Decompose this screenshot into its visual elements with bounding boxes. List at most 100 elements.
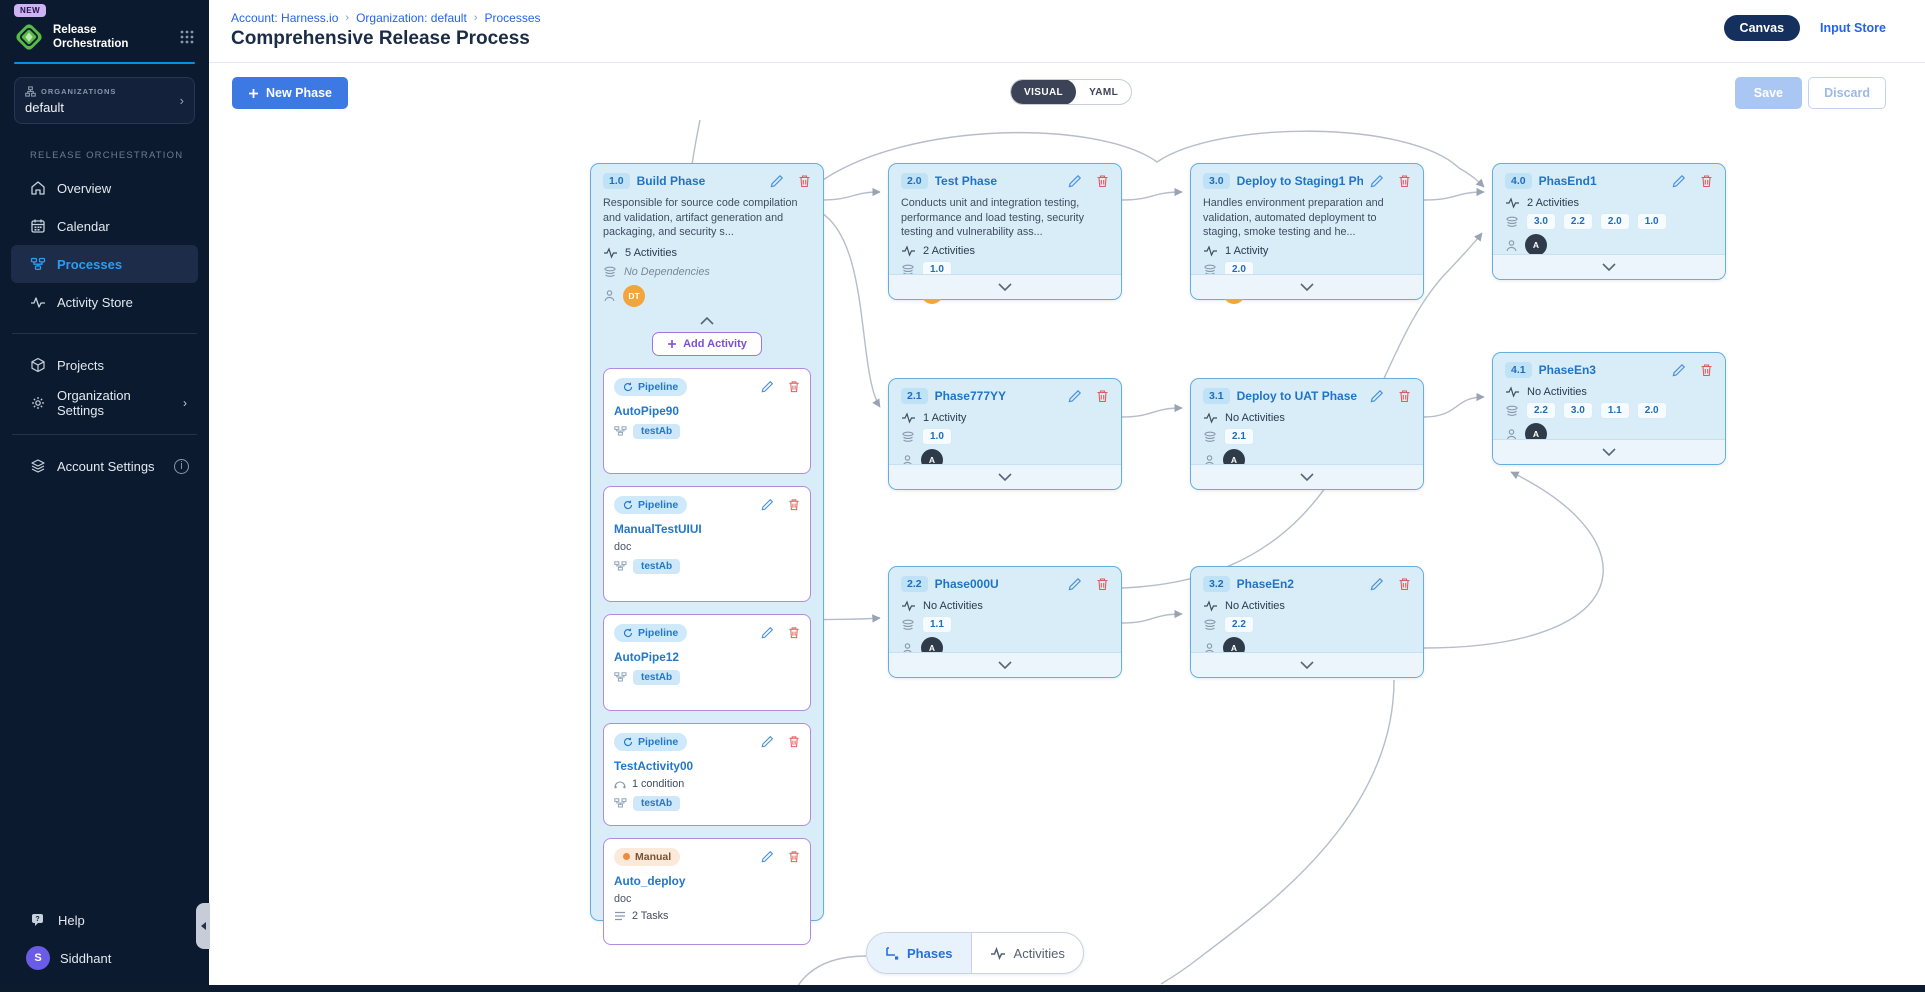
phase-name[interactable]: Deploy to UAT Phase <box>1237 389 1363 403</box>
expand-phase-toggle[interactable] <box>1493 439 1725 464</box>
visual-tab[interactable]: VISUAL <box>1011 79 1076 105</box>
discard-button[interactable]: Discard <box>1808 77 1886 109</box>
delete-icon[interactable] <box>1398 174 1411 188</box>
phase-card-1-0[interactable]: 1.0 Build Phase Responsible for source c… <box>590 163 824 921</box>
phase-name[interactable]: Deploy to Staging1 Phase <box>1237 174 1363 188</box>
phase-name[interactable]: PhaseEn2 <box>1237 577 1363 591</box>
phase-card-2-0[interactable]: 2.0 Test Phase Conducts unit and integra… <box>888 163 1122 300</box>
dependencies-icon <box>1505 216 1519 227</box>
tab-activities[interactable]: Activities <box>972 933 1083 973</box>
manual-icon <box>623 853 630 860</box>
edit-icon[interactable] <box>761 850 774 863</box>
app-grid-icon[interactable] <box>179 29 195 45</box>
edit-icon[interactable] <box>1068 577 1082 591</box>
activity-card-manualtestuiui[interactable]: Pipeline ManualTestUIUI doc testAb <box>603 486 811 602</box>
phase-name[interactable]: Phase000U <box>935 577 1061 591</box>
edit-icon[interactable] <box>1370 577 1384 591</box>
phase-name[interactable]: Phase777YY <box>935 389 1061 403</box>
sidebar-item-organization-settings[interactable]: Organization Settings › <box>0 384 209 422</box>
activity-card-testactivity00[interactable]: Pipeline TestActivity00 1 condition <box>603 723 811 826</box>
delete-icon[interactable] <box>798 174 811 188</box>
page-title: Comprehensive Release Process <box>231 28 530 50</box>
edit-icon[interactable] <box>761 380 774 393</box>
phase-card-3-1[interactable]: 3.1 Deploy to UAT Phase No Activities 2.… <box>1190 378 1424 490</box>
edit-icon[interactable] <box>1370 174 1384 188</box>
edit-icon[interactable] <box>1370 389 1384 403</box>
new-phase-button[interactable]: New Phase <box>232 77 348 109</box>
edit-icon[interactable] <box>761 626 774 639</box>
expand-phase-toggle[interactable] <box>889 652 1121 677</box>
delete-icon[interactable] <box>788 850 800 863</box>
activity-name[interactable]: AutoPipe90 <box>614 404 800 418</box>
activity-name[interactable]: Auto_deploy <box>614 874 800 888</box>
expand-phase-toggle[interactable] <box>1191 274 1423 299</box>
phase-card-3-0[interactable]: 3.0 Deploy to Staging1 Phase Handles env… <box>1190 163 1424 300</box>
delete-icon[interactable] <box>1700 174 1713 188</box>
edit-icon[interactable] <box>761 498 774 511</box>
activity-name[interactable]: TestActivity00 <box>614 759 800 773</box>
sidebar-item-activity-store[interactable]: Activity Store <box>0 283 209 321</box>
edit-icon[interactable] <box>1672 363 1686 377</box>
breadcrumb-organization-link[interactable]: Organization: default <box>356 11 467 25</box>
delete-icon[interactable] <box>1096 577 1109 591</box>
phase-card-2-2[interactable]: 2.2 Phase000U No Activities 1.1 <box>888 566 1122 678</box>
sidebar-item-projects[interactable]: Projects <box>0 346 209 384</box>
new-badge: NEW <box>14 4 46 17</box>
activity-name[interactable]: AutoPipe12 <box>614 650 800 664</box>
sidebar-item-account-settings[interactable]: Account Settings i <box>0 447 209 485</box>
breadcrumb-processes-link[interactable]: Processes <box>484 11 540 25</box>
delete-icon[interactable] <box>788 626 800 639</box>
delete-icon[interactable] <box>1398 577 1411 591</box>
info-icon[interactable]: i <box>174 459 189 474</box>
phase-card-4-0[interactable]: 4.0 PhasEnd1 2 Activities 3.0 2.2 2.0 <box>1492 163 1726 280</box>
edit-icon[interactable] <box>761 735 774 748</box>
delete-icon[interactable] <box>1398 389 1411 403</box>
help-button[interactable]: ? Help <box>0 902 209 938</box>
add-activity-button[interactable]: Add Activity <box>652 332 762 356</box>
sidebar-item-overview[interactable]: Overview <box>0 169 209 207</box>
phase-name[interactable]: Test Phase <box>935 174 1061 188</box>
breadcrumb-account-link[interactable]: Account: Harness.io <box>231 11 338 25</box>
edit-icon[interactable] <box>770 174 784 188</box>
delete-icon[interactable] <box>1096 174 1109 188</box>
delete-icon[interactable] <box>788 735 800 748</box>
yaml-tab[interactable]: YAML <box>1076 79 1131 105</box>
delete-icon[interactable] <box>788 498 800 511</box>
expand-phase-toggle[interactable] <box>889 464 1121 489</box>
expand-phase-toggle[interactable] <box>1493 254 1725 279</box>
delete-icon[interactable] <box>1700 363 1713 377</box>
phase-card-4-1[interactable]: 4.1 PhaseEn3 No Activities 2.2 3.0 1.1 <box>1492 352 1726 465</box>
collapse-phase-toggle[interactable] <box>603 317 811 325</box>
phase-name[interactable]: Build Phase <box>637 174 763 188</box>
sidebar-item-calendar[interactable]: Calendar <box>0 207 209 245</box>
delete-icon[interactable] <box>1096 389 1109 403</box>
activity-pulse-icon <box>30 294 46 310</box>
save-button[interactable]: Save <box>1735 77 1802 109</box>
activities-pulse-icon <box>990 947 1006 960</box>
activity-card-autopipe12[interactable]: Pipeline AutoPipe12 testAb <box>603 614 811 711</box>
pipeline-tag: testAb <box>633 424 680 439</box>
activity-card-autopipe90[interactable]: Pipeline AutoPipe90 testAb <box>603 368 811 474</box>
expand-phase-toggle[interactable] <box>1191 464 1423 489</box>
phase-card-2-1[interactable]: 2.1 Phase777YY 1 Activity 1.0 <box>888 378 1122 490</box>
condition-icon <box>614 779 626 789</box>
edit-icon[interactable] <box>1672 174 1686 188</box>
tab-phases[interactable]: Phases <box>867 933 971 973</box>
process-canvas[interactable]: 1.0 Build Phase Responsible for source c… <box>209 120 1925 985</box>
sidebar-collapse-handle[interactable] <box>196 903 210 949</box>
activity-name[interactable]: ManualTestUIUI <box>614 522 800 536</box>
phase-card-3-2[interactable]: 3.2 PhaseEn2 No Activities 2.2 <box>1190 566 1424 678</box>
canvas-toggle-button[interactable]: Canvas <box>1724 15 1800 41</box>
expand-phase-toggle[interactable] <box>889 274 1121 299</box>
edit-icon[interactable] <box>1068 174 1082 188</box>
organization-selector[interactable]: ORGANIZATIONS default › <box>14 77 195 124</box>
expand-phase-toggle[interactable] <box>1191 652 1423 677</box>
edit-icon[interactable] <box>1068 389 1082 403</box>
user-menu[interactable]: S Siddhant <box>0 938 209 978</box>
sidebar-item-processes[interactable]: Processes <box>11 245 198 283</box>
activity-card-auto-deploy[interactable]: Manual Auto_deploy doc 2 Tasks <box>603 838 811 945</box>
phase-name[interactable]: PhasEnd1 <box>1539 174 1665 188</box>
delete-icon[interactable] <box>788 380 800 393</box>
input-store-link[interactable]: Input Store <box>1820 21 1886 35</box>
phase-name[interactable]: PhaseEn3 <box>1539 363 1665 377</box>
